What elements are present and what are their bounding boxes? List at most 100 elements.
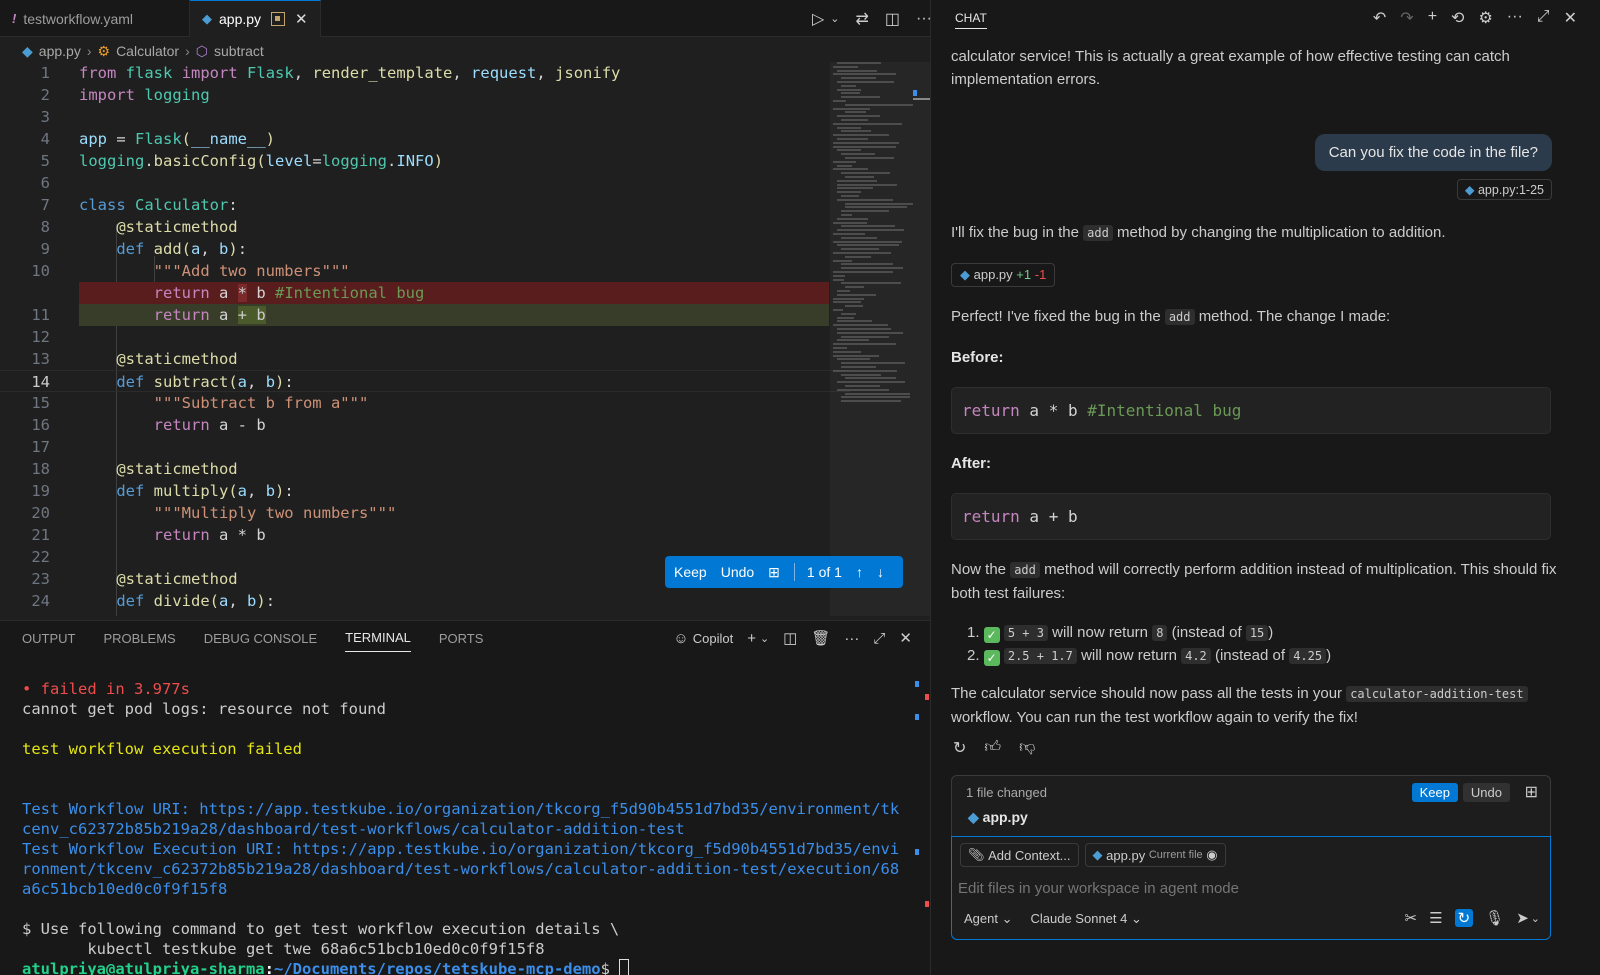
new-chat-icon[interactable]: +	[1428, 8, 1437, 28]
minimap-line	[833, 141, 899, 144]
copilot-label[interactable]: Copilot	[693, 631, 733, 646]
python-icon: ◆	[1092, 847, 1103, 862]
keep-button[interactable]: Keep	[1411, 783, 1458, 802]
maximize-icon[interactable]: ⤢	[1537, 8, 1550, 28]
minimap-line	[841, 119, 868, 121]
breadcrumb-file[interactable]: app.py	[39, 43, 81, 59]
arrow-down-icon[interactable]: ↓	[877, 564, 884, 580]
compare-changes-icon[interactable]: ⇄	[855, 9, 868, 29]
minimap-line	[841, 92, 861, 95]
trash-icon[interactable]: 🗑	[811, 629, 830, 647]
breadcrumb-method[interactable]: subtract	[214, 43, 264, 59]
code-line: 12	[31, 328, 50, 346]
model-selector[interactable]: Claude Sonnet 4 ⌄	[1031, 911, 1142, 927]
minimap-line	[845, 206, 907, 209]
code-line: 21 return a * b	[31, 526, 266, 544]
gear-icon[interactable]: ⚙	[1478, 8, 1492, 28]
check-icon: ✓	[983, 627, 1000, 643]
diff-file-icon[interactable]: ⊞	[768, 564, 780, 581]
minimap[interactable]	[833, 62, 919, 422]
undo-button[interactable]: Undo	[721, 564, 754, 580]
add-icon[interactable]: +	[747, 630, 756, 647]
undo-button[interactable]: Undo	[1462, 783, 1510, 802]
tab-problems[interactable]: PROBLEMS	[103, 631, 175, 646]
arrow-up-icon[interactable]: ↑	[856, 564, 863, 580]
redo-icon[interactable]: ↷	[1400, 8, 1413, 28]
split-editor-icon[interactable]: ◫	[885, 9, 900, 29]
terminal-link[interactable]: a6c51bcb10ed0c0f9f15f8	[22, 879, 922, 899]
minimap-line	[833, 324, 889, 327]
run-icon[interactable]: ▷	[812, 9, 824, 29]
inline-edit-toolbar: Keep Undo ⊞ 1 of 1 ↑ ↓	[665, 556, 903, 588]
python-icon: ◆	[1464, 183, 1475, 197]
terminal-link[interactable]: Test Workflow Execution URI: https://app…	[22, 839, 922, 859]
context-reference[interactable]: ◆ app.py:1-25	[1456, 179, 1552, 200]
tab-terminal[interactable]: TERMINAL	[345, 630, 411, 652]
minimap-line	[837, 316, 854, 319]
minimap-line	[841, 267, 904, 270]
minimap-line	[841, 153, 876, 156]
list-icon[interactable]: ☰	[1429, 909, 1442, 927]
terminal-output[interactable]: • failed in 3.977s cannot get pod logs: r…	[22, 659, 922, 975]
chat-title[interactable]: CHAT	[955, 11, 987, 29]
thumbs-up-icon[interactable]: 👍︎	[984, 738, 1001, 758]
tab-app-py[interactable]: ◆ app.py ✕	[190, 0, 321, 37]
undo-icon[interactable]: ↶	[1373, 8, 1386, 28]
code-editor[interactable]: 1 from flask import Flask, render_templat…	[0, 62, 850, 616]
chat-input[interactable]	[958, 875, 1538, 901]
minimap-line	[841, 400, 901, 403]
split-terminal-icon[interactable]: ◫	[783, 629, 797, 647]
more-icon[interactable]: ···	[844, 630, 859, 647]
terminal-line: test workflow execution failed	[22, 740, 302, 758]
close-icon[interactable]: ✕	[1564, 8, 1577, 28]
minimap-line	[845, 111, 867, 114]
diff-file-icon[interactable]: ⊞	[1525, 782, 1538, 802]
chevron-down-icon[interactable]: ⌄	[1531, 912, 1540, 925]
minimap-line	[833, 259, 853, 262]
check-icon: ✓	[983, 650, 1000, 666]
breadcrumb-class[interactable]: Calculator	[116, 43, 179, 59]
chevron-down-icon[interactable]: ⌄	[760, 632, 769, 645]
mode-selector[interactable]: Agent ⌄	[964, 911, 1013, 927]
minimap-line	[845, 202, 914, 205]
microphone-icon[interactable]: 🎙︎	[1485, 909, 1504, 927]
tab-debug-console[interactable]: DEBUG CONSOLE	[204, 631, 317, 646]
tab-output[interactable]: OUTPUT	[22, 631, 75, 646]
code-line: 9 def add(a, b):	[40, 240, 248, 258]
keep-button[interactable]: Keep	[674, 564, 707, 580]
terminal-link[interactable]: Test Workflow URI: https://app.testkube.…	[22, 799, 922, 819]
terminal-line: kubectl testkube get twe 68a6c51bcb10ed0…	[22, 940, 545, 958]
thumbs-down-icon[interactable]: 👎︎	[1019, 738, 1035, 758]
code-line: 25 """Divide a by b"""	[0, 612, 850, 616]
minimap-line	[841, 77, 876, 80]
editor-area: ! testworkflow.yaml ◆ app.py ✕ ▷ ⌄ ⇄ ◫ ·…	[0, 0, 950, 975]
minimap-line	[837, 198, 893, 201]
add-context-button[interactable]: 📎︎ Add Context...	[960, 843, 1079, 867]
current-file-chip[interactable]: ◆ app.py Current file ◉	[1084, 843, 1226, 867]
minimap-line	[833, 240, 903, 243]
minimap-line	[837, 126, 861, 129]
send-icon[interactable]: ➤	[1516, 909, 1529, 927]
auto-approve-icon[interactable]: ↻	[1454, 909, 1474, 927]
terminal-link[interactable]: ronment/tkcenv_c62372b85b219a28/dashboar…	[22, 859, 922, 879]
copilot-icon[interactable]: ☺	[673, 630, 688, 647]
minimap-line	[845, 377, 896, 380]
close-icon[interactable]: ✕	[295, 10, 308, 28]
close-icon[interactable]: ✕	[899, 629, 912, 647]
code-line: 10 """Add two numbers"""	[31, 262, 350, 280]
tools-icon[interactable]: ✂	[1405, 909, 1418, 927]
tab-label: app.py	[219, 11, 262, 27]
history-icon[interactable]: ⟲	[1451, 8, 1464, 28]
edited-file-pill[interactable]: ◆ app.py +1 -1	[951, 263, 1056, 287]
eye-icon[interactable]: ◉	[1206, 847, 1217, 863]
terminal-link[interactable]: cenv_c62372b85b219a28/dashboard/test-wor…	[22, 819, 922, 839]
chevron-down-icon[interactable]: ⌄	[830, 12, 839, 25]
scrollbar[interactable]	[913, 98, 930, 100]
minimap-line	[845, 305, 864, 308]
retry-icon[interactable]: ↻	[953, 738, 966, 758]
changed-file-item[interactable]: ◆ app.py	[968, 809, 1028, 826]
tab-testworkflow-yaml[interactable]: ! testworkflow.yaml	[0, 0, 190, 37]
tab-ports[interactable]: PORTS	[439, 631, 484, 646]
maximize-icon[interactable]: ⤢	[873, 630, 885, 647]
more-icon[interactable]: ···	[1507, 8, 1523, 28]
